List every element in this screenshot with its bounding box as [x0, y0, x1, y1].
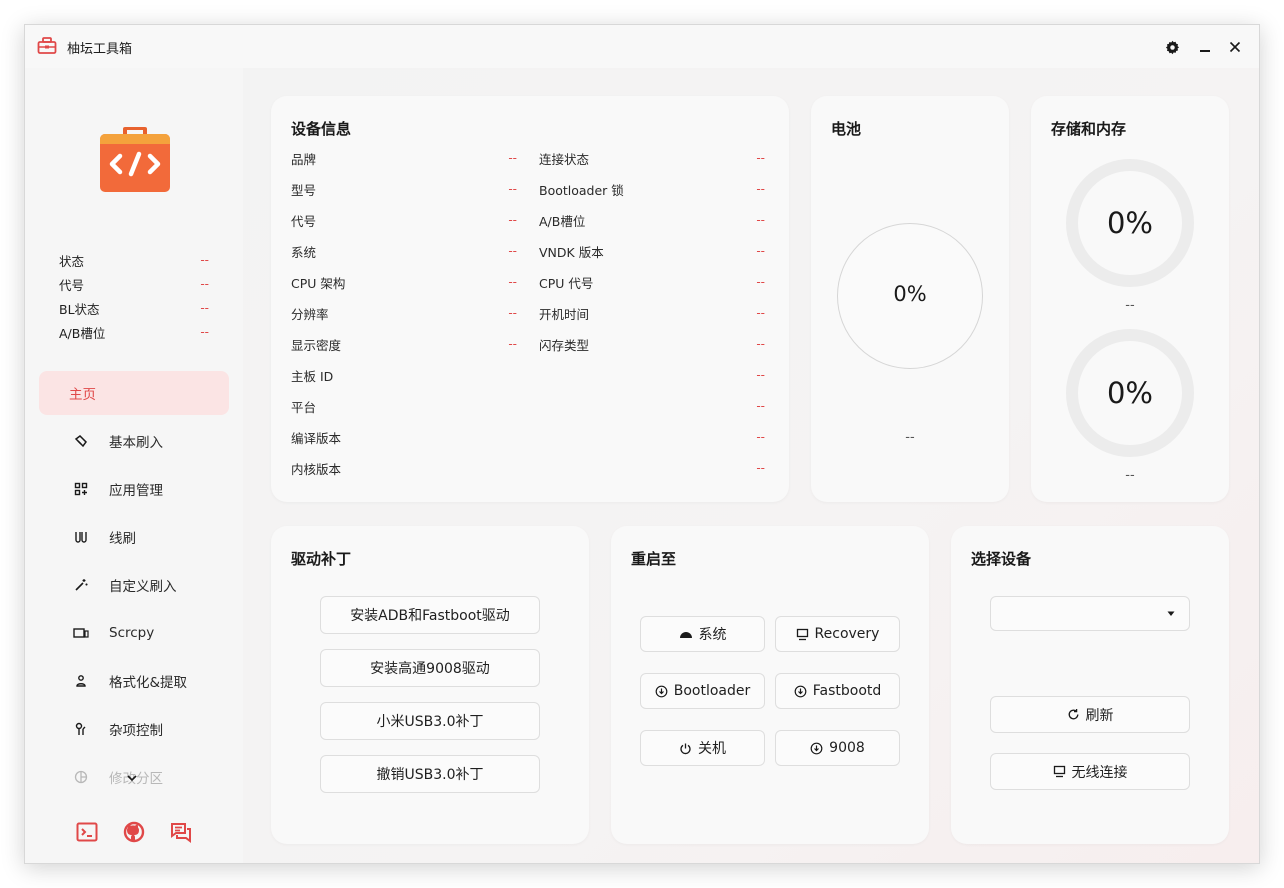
info-row-model: 型号 --: [291, 182, 517, 198]
nav-item-app-manage[interactable]: 应用管理: [39, 467, 229, 511]
memory-detail: --: [1125, 468, 1135, 483]
github-icon[interactable]: [122, 820, 146, 844]
battery-card: 电池 0% --: [811, 96, 1009, 502]
refresh-icon: [1067, 708, 1080, 721]
tools-icon: [69, 722, 93, 736]
info-row-board-id: 主板 ID --: [291, 368, 765, 384]
info-row-flash-type: 闪存类型 --: [539, 337, 765, 353]
revert-usb3-patch-button[interactable]: 撤销USB3.0补丁: [320, 755, 540, 793]
info-row-vndk: VNDK 版本 --: [539, 244, 765, 260]
install-adb-fastboot-button[interactable]: 安装ADB和Fastboot驱动: [320, 596, 540, 634]
info-row-codename: 代号 --: [291, 213, 517, 229]
format-icon: [69, 674, 93, 688]
battery-percent: 0%: [893, 282, 927, 306]
nav-item-scrcpy[interactable]: Scrcpy: [39, 611, 229, 655]
reboot-title: 重启至: [631, 550, 677, 568]
info-row-system: 系统 --: [291, 244, 517, 260]
close-icon: [1229, 41, 1241, 53]
gear-icon: [1165, 40, 1179, 54]
sidebar-nav: 主页 基本刷入 应用管理 线刷 自定义刷入 Scrcpy 格式化&提取 杂项控制…: [39, 371, 229, 803]
reboot-arrow-icon: [810, 742, 823, 755]
refresh-button[interactable]: 刷新: [990, 696, 1190, 733]
storage-title: 存储和内存: [1051, 120, 1127, 138]
reboot-arrow-icon: [655, 685, 668, 698]
info-row-connection: 连接状态 --: [539, 151, 765, 167]
drivers-title: 驱动补丁: [291, 550, 352, 568]
status-row-state: 状态 --: [59, 253, 209, 269]
android-icon: [679, 629, 693, 639]
info-row-platform: 平台 --: [291, 399, 765, 415]
feedback-chat-icon[interactable]: [169, 820, 193, 844]
status-row-ab-slot: A/B槽位 --: [59, 325, 209, 341]
dropdown-arrow-icon: [1167, 611, 1175, 616]
storage-memory-card: 存储和内存 0% -- 0% --: [1031, 96, 1229, 502]
magic-wand-icon: [69, 578, 93, 592]
apps-icon: [69, 482, 93, 496]
info-row-uptime: 开机时间 --: [539, 306, 765, 322]
info-row-kernel: 内核版本 --: [291, 461, 765, 477]
info-row-cpu-arch: CPU 架构 --: [291, 275, 517, 291]
window-title: 柚坛工具箱: [67, 42, 133, 57]
reboot-bootloader-button[interactable]: Bootloader: [640, 673, 765, 709]
memory-percent: 0%: [1106, 376, 1153, 410]
toolbox-app-icon: [37, 37, 57, 54]
device-info-title: 设备信息: [291, 120, 352, 138]
battery-title: 电池: [831, 120, 862, 138]
app-window: 柚坛工具箱 状态 -- 代号 -- BL状态 -- A/B槽位 -- 主页 基本…: [24, 24, 1260, 864]
reboot-recovery-button[interactable]: Recovery: [775, 616, 900, 652]
cable-flash-icon: [69, 530, 93, 544]
info-row-brand: 品牌 --: [291, 151, 517, 167]
install-qualcomm-9008-button[interactable]: 安装高通9008驱动: [320, 649, 540, 687]
reboot-arrow-icon: [794, 685, 807, 698]
reboot-card: 重启至 系统 Recovery Bootloader Fastbootd 关机: [611, 526, 929, 844]
select-device-title: 选择设备: [971, 550, 1032, 568]
terminal-icon[interactable]: [75, 820, 99, 844]
status-row-bl: BL状态 --: [59, 301, 209, 317]
nav-item-custom-flash[interactable]: 自定义刷入: [39, 563, 229, 607]
minimize-icon: [1200, 50, 1210, 52]
drivers-card: 驱动补丁 安装ADB和Fastboot驱动 安装高通9008驱动 小米USB3.…: [271, 526, 589, 844]
info-row-bootloader-lock: Bootloader 锁 --: [539, 182, 765, 198]
info-row-cpu-codename: CPU 代号 --: [539, 275, 765, 291]
wireless-connect-button[interactable]: 无线连接: [990, 753, 1190, 790]
minimize-button[interactable]: [1193, 35, 1217, 59]
sidebar-status-list: 状态 -- 代号 -- BL状态 -- A/B槽位 --: [59, 248, 209, 344]
settings-button[interactable]: [1160, 35, 1184, 59]
monitor-icon: [796, 628, 809, 641]
chevron-down-icon[interactable]: [125, 773, 139, 783]
select-device-card: 选择设备 刷新 无线连接: [951, 526, 1229, 844]
storage-detail: --: [1125, 298, 1135, 313]
nav-item-format-extract[interactable]: 格式化&提取: [39, 659, 229, 703]
power-off-button[interactable]: 关机: [640, 730, 765, 766]
storage-percent: 0%: [1106, 206, 1153, 240]
info-row-build: 编译版本 --: [291, 430, 765, 446]
nav-item-misc-control[interactable]: 杂项控制: [39, 707, 229, 751]
flash-icon: [69, 434, 93, 448]
close-button[interactable]: [1223, 35, 1247, 59]
info-row-resolution: 分辨率 --: [291, 306, 517, 322]
main-content: 设备信息 品牌 -- 型号 -- 代号 -- 系统 -- CPU 架构 -- 分辨率 -- …: [243, 68, 1259, 863]
nav-item-home[interactable]: 主页: [39, 371, 229, 415]
info-row-ab-slot: A/B槽位 --: [539, 213, 765, 229]
title-bar: 柚坛工具箱: [25, 25, 1259, 68]
partition-icon: [69, 770, 93, 784]
nav-item-line-flash[interactable]: 线刷: [39, 515, 229, 559]
xiaomi-usb3-patch-button[interactable]: 小米USB3.0补丁: [320, 702, 540, 740]
reboot-9008-button[interactable]: 9008: [775, 730, 900, 766]
status-row-codename: 代号 --: [59, 277, 209, 293]
battery-detail: --: [905, 430, 915, 445]
toolbox-logo: [100, 127, 170, 192]
sidebar: 状态 -- 代号 -- BL状态 -- A/B槽位 -- 主页 基本刷入 应用管…: [25, 68, 243, 863]
info-row-density: 显示密度 --: [291, 337, 517, 353]
power-icon: [679, 742, 692, 755]
device-select-dropdown[interactable]: [990, 596, 1190, 631]
screen-mirror-icon: [69, 626, 93, 640]
sidebar-bottom-actions: [75, 820, 195, 850]
nav-item-basic-flash[interactable]: 基本刷入: [39, 419, 229, 463]
reboot-fastbootd-button[interactable]: Fastbootd: [775, 673, 900, 709]
device-info-card: 设备信息 品牌 -- 型号 -- 代号 -- 系统 -- CPU 架构 -- 分辨率 -- …: [271, 96, 789, 502]
reboot-system-button[interactable]: 系统: [640, 616, 765, 652]
monitor-icon: [1053, 765, 1066, 778]
